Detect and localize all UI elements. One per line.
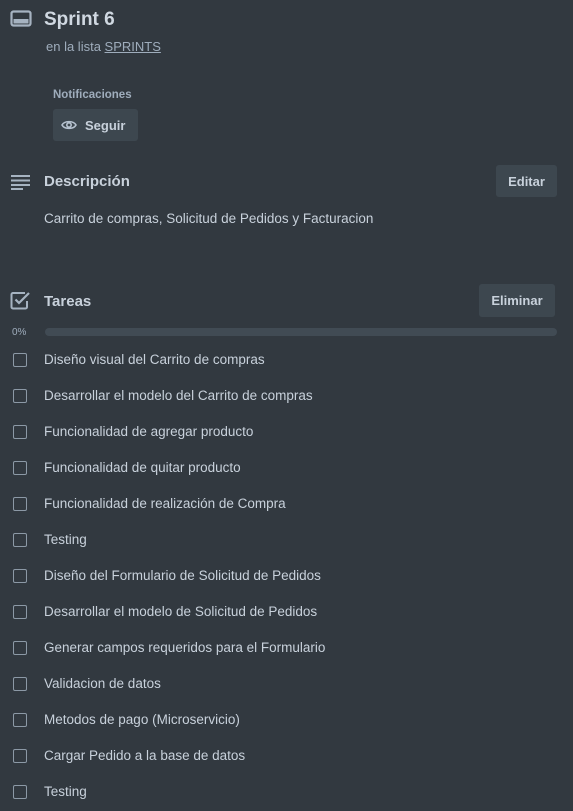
progress-bar (45, 328, 557, 336)
checklist-item-checkbox[interactable] (13, 569, 27, 583)
checklist-item-text[interactable]: Desarrollar el modelo de Solicitud de Pe… (44, 604, 317, 619)
checklist-item[interactable]: Testing (0, 775, 573, 811)
checklist-title: Tareas (44, 293, 92, 310)
checklist-item-checkbox[interactable] (13, 425, 27, 439)
checklist-item[interactable]: Funcionalidad de quitar producto (0, 451, 573, 487)
list-link[interactable]: SPRINTS (105, 39, 161, 54)
checklist-item-text[interactable]: Funcionalidad de agregar producto (44, 424, 253, 439)
checklist-item-text[interactable]: Funcionalidad de realización de Compra (44, 496, 286, 511)
checklist-item-text[interactable]: Testing (44, 532, 87, 547)
checklist-item-text[interactable]: Diseño visual del Carrito de compras (44, 352, 265, 367)
checklist-item[interactable]: Validacion de datos (0, 667, 573, 703)
checklist-item[interactable]: Funcionalidad de agregar producto (0, 415, 573, 451)
checklist-item-checkbox[interactable] (13, 353, 27, 367)
checklist-item-checkbox[interactable] (13, 389, 27, 403)
list-reference: en la lista SPRINTS (46, 39, 161, 54)
checklist-item-text[interactable]: Cargar Pedido a la base de datos (44, 748, 245, 763)
edit-description-button[interactable]: Editar (496, 165, 557, 197)
checklist-item-text[interactable]: Funcionalidad de quitar producto (44, 460, 241, 475)
description-title: Descripción (44, 173, 130, 190)
checklist-item[interactable]: Diseño visual del Carrito de compras (0, 343, 573, 379)
checklist-item-checkbox[interactable] (13, 677, 27, 691)
checklist-item-text[interactable]: Metodos de pago (Microservicio) (44, 712, 240, 727)
checklist-item[interactable]: Funcionalidad de realización de Compra (0, 487, 573, 523)
checkbox-checked-icon (10, 292, 30, 310)
checklist-item-checkbox[interactable] (13, 533, 27, 547)
checklist-item-text[interactable]: Validacion de datos (44, 676, 161, 691)
checklist-items: Diseño visual del Carrito de compras Desa… (0, 343, 573, 811)
checklist-item[interactable]: Diseño del Formulario de Solicitud de Pe… (0, 559, 573, 595)
checklist-item[interactable]: Generar campos requeridos para el Formul… (0, 631, 573, 667)
description-text[interactable]: Carrito de compras, Solicitud de Pedidos… (44, 211, 373, 226)
checklist-item[interactable]: Testing (0, 523, 573, 559)
checklist-item-checkbox[interactable] (13, 461, 27, 475)
progress-percentage: 0% (12, 327, 27, 338)
checklist-item-checkbox[interactable] (13, 785, 27, 799)
description-lines-icon (11, 175, 30, 190)
checklist-item-text[interactable]: Testing (44, 784, 87, 799)
checklist-item-text[interactable]: Desarrollar el modelo del Carrito de com… (44, 388, 313, 403)
card-icon (10, 10, 32, 27)
follow-button-label: Seguir (85, 117, 126, 133)
checklist-item-checkbox[interactable] (13, 497, 27, 511)
checklist-item[interactable]: Cargar Pedido a la base de datos (0, 739, 573, 775)
eye-icon (61, 120, 77, 130)
checklist-item-checkbox[interactable] (13, 713, 27, 727)
checklist-item-text[interactable]: Generar campos requeridos para el Formul… (44, 640, 325, 655)
checklist-item[interactable]: Metodos de pago (Microservicio) (0, 703, 573, 739)
card-title: Sprint 6 (44, 9, 115, 30)
delete-checklist-button[interactable]: Eliminar (479, 284, 555, 317)
checklist-item-checkbox[interactable] (13, 749, 27, 763)
checklist-item-checkbox[interactable] (13, 641, 27, 655)
checklist-item-checkbox[interactable] (13, 605, 27, 619)
notifications-label: Notificaciones (53, 89, 132, 101)
checklist-item-text[interactable]: Diseño del Formulario de Solicitud de Pe… (44, 568, 321, 583)
checklist-item[interactable]: Desarrollar el modelo del Carrito de com… (0, 379, 573, 415)
follow-button[interactable]: Seguir (53, 109, 138, 141)
checklist-item[interactable]: Desarrollar el modelo de Solicitud de Pe… (0, 595, 573, 631)
list-prefix: en la lista (46, 39, 101, 54)
